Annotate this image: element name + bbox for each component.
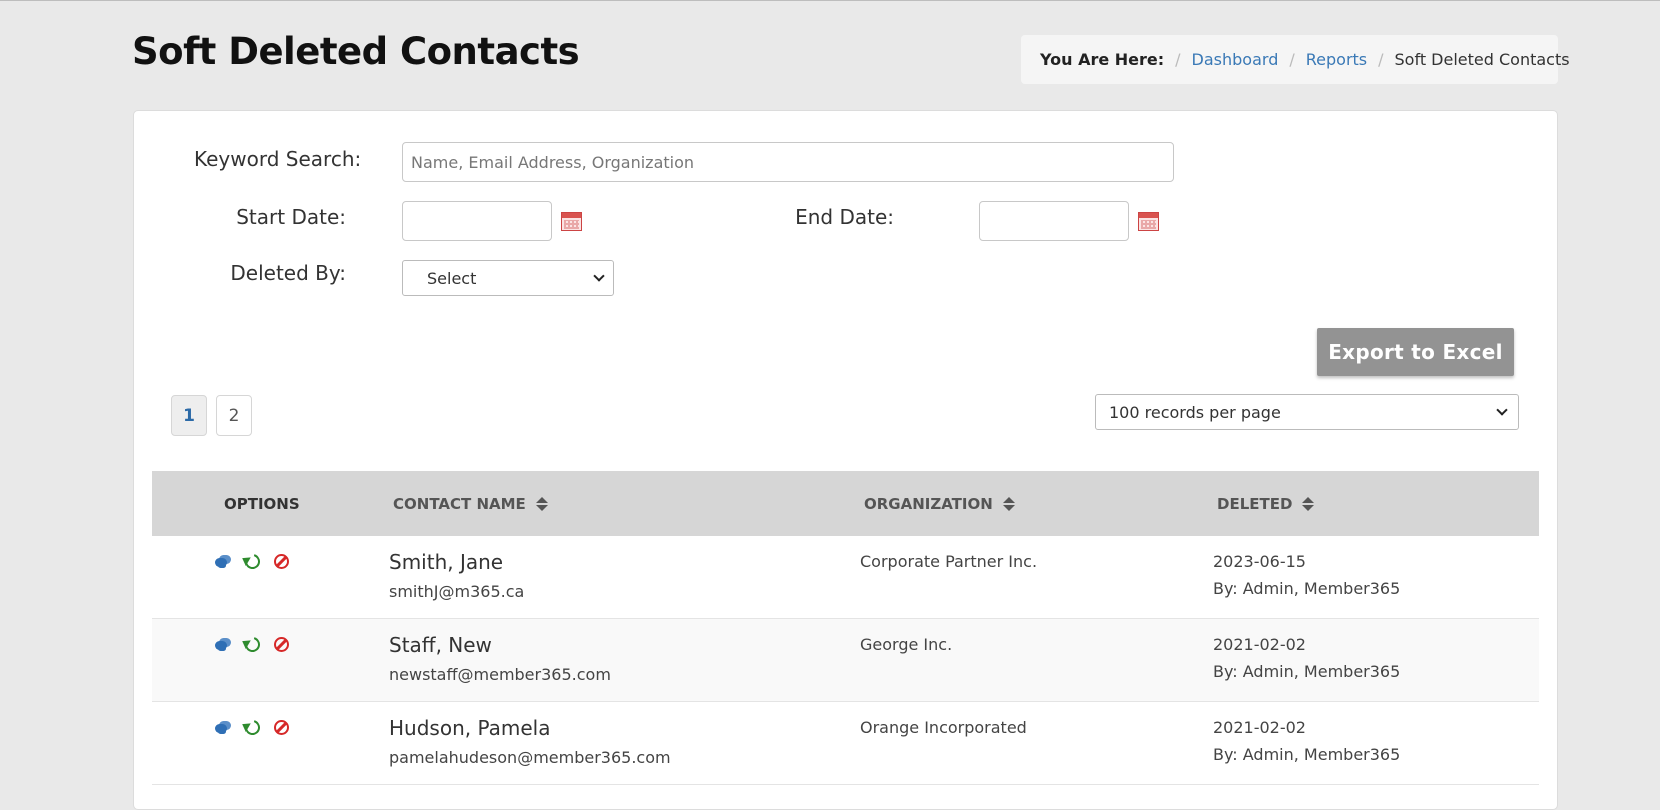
breadcrumb-separator: / xyxy=(1378,50,1384,69)
contact-email: newstaff@member365.com xyxy=(389,665,611,684)
organization: Orange Incorporated xyxy=(860,718,1027,737)
deleted-date: 2021-02-02 xyxy=(1213,718,1306,737)
breadcrumb-label: You Are Here: xyxy=(1040,50,1165,69)
row-options xyxy=(215,551,289,572)
report-card: Keyword Search: Start Date: End Date: De… xyxy=(133,110,1558,810)
deleted-by-value: Select xyxy=(427,268,477,288)
restore-icon[interactable] xyxy=(242,634,263,655)
top-border xyxy=(0,0,1660,1)
chat-icon[interactable] xyxy=(215,554,231,569)
column-header-options-label: OPTIONS xyxy=(224,494,300,513)
start-date-label: Start Date: xyxy=(236,205,346,229)
page-button-1[interactable]: 1 xyxy=(171,395,207,436)
deleted-by-select[interactable]: Select xyxy=(402,260,614,296)
records-per-page-select[interactable]: 100 records per page xyxy=(1095,394,1519,430)
chat-icon[interactable] xyxy=(215,720,231,735)
restore-icon[interactable] xyxy=(242,551,263,572)
contact-name: Staff, New xyxy=(389,633,492,657)
row-options xyxy=(215,717,289,738)
contact-name: Smith, Jane xyxy=(389,550,504,574)
ban-icon[interactable] xyxy=(274,720,289,735)
column-header-organization-label: ORGANIZATION xyxy=(864,494,993,513)
column-header-contact-name-label: CONTACT NAME xyxy=(393,494,526,513)
ban-icon[interactable] xyxy=(274,554,289,569)
calendar-icon[interactable] xyxy=(561,212,582,231)
contact-email: smithJ@m365.ca xyxy=(389,582,525,601)
sort-icon[interactable] xyxy=(535,496,548,511)
deleted-by: By: Admin, Member365 xyxy=(1213,662,1401,681)
sort-icon[interactable] xyxy=(1002,496,1015,511)
deleted-date: 2023-06-15 xyxy=(1213,552,1306,571)
column-header-organization[interactable]: ORGANIZATION xyxy=(864,471,1015,536)
ban-icon[interactable] xyxy=(274,637,289,652)
deleted-date: 2021-02-02 xyxy=(1213,635,1306,654)
contact-name: Hudson, Pamela xyxy=(389,716,551,740)
breadcrumb-current: Soft Deleted Contacts xyxy=(1394,50,1570,69)
end-date-label: End Date: xyxy=(795,205,894,229)
table-row: Hudson, Pamela pamelahudeson@member365.c… xyxy=(152,702,1539,785)
keyword-search-label: Keyword Search: xyxy=(194,147,362,171)
table-header: OPTIONS CONTACT NAME ORGANIZATION DELETE… xyxy=(152,471,1539,536)
contact-email: pamelahudeson@member365.com xyxy=(389,748,671,767)
column-header-deleted-label: DELETED xyxy=(1217,494,1293,513)
deleted-by: By: Admin, Member365 xyxy=(1213,579,1401,598)
sort-icon[interactable] xyxy=(1302,496,1315,511)
table-row: Staff, New newstaff@member365.com George… xyxy=(152,619,1539,702)
page-button-2[interactable]: 2 xyxy=(216,395,252,436)
organization: George Inc. xyxy=(860,635,953,654)
breadcrumb-dashboard-link[interactable]: Dashboard xyxy=(1192,50,1279,69)
page-title: Soft Deleted Contacts xyxy=(132,30,580,73)
column-header-deleted[interactable]: DELETED xyxy=(1217,471,1315,536)
records-per-page-value: 100 records per page xyxy=(1109,402,1281,422)
chat-icon[interactable] xyxy=(215,637,231,652)
organization: Corporate Partner Inc. xyxy=(860,552,1038,571)
breadcrumb-separator: / xyxy=(1289,50,1295,69)
deleted-by: By: Admin, Member365 xyxy=(1213,745,1401,764)
start-date-input[interactable] xyxy=(402,201,552,241)
column-header-options: OPTIONS xyxy=(224,471,300,536)
end-date-input[interactable] xyxy=(979,201,1129,241)
table-row: Smith, Jane smithJ@m365.ca Corporate Par… xyxy=(152,536,1539,619)
breadcrumb-reports-link[interactable]: Reports xyxy=(1306,50,1367,69)
breadcrumb-separator: / xyxy=(1175,50,1181,69)
restore-icon[interactable] xyxy=(242,717,263,738)
chevron-down-icon xyxy=(1496,404,1508,416)
chevron-down-icon xyxy=(593,270,605,282)
export-to-excel-button[interactable]: Export to Excel xyxy=(1317,328,1514,376)
deleted-by-label: Deleted By: xyxy=(230,261,346,285)
row-options xyxy=(215,634,289,655)
column-header-contact-name[interactable]: CONTACT NAME xyxy=(393,471,548,536)
keyword-search-input[interactable] xyxy=(402,142,1174,182)
calendar-icon[interactable] xyxy=(1138,212,1159,231)
breadcrumb: You Are Here: / Dashboard / Reports / So… xyxy=(1021,35,1570,84)
